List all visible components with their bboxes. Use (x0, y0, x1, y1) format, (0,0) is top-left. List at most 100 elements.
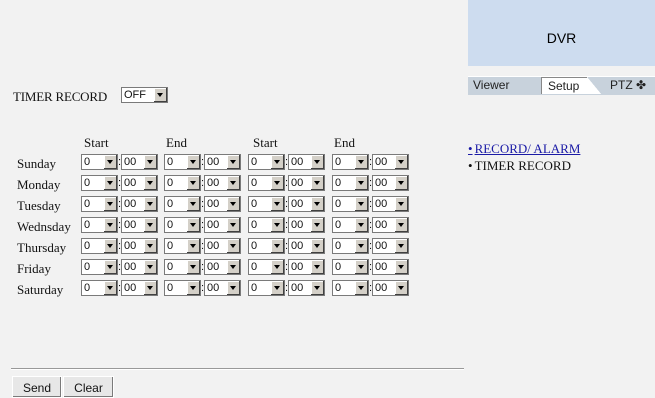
minute-select[interactable]: 00 (204, 217, 241, 233)
minute-select[interactable]: 00 (121, 238, 158, 254)
dropdown-arrow-icon[interactable] (354, 281, 368, 295)
dropdown-arrow-icon[interactable] (270, 197, 284, 211)
minute-select[interactable]: 00 (372, 217, 409, 233)
dropdown-arrow-icon[interactable] (226, 281, 240, 295)
dropdown-arrow-icon[interactable] (153, 88, 167, 103)
hour-select[interactable]: 0 (332, 154, 369, 170)
hour-select[interactable]: 0 (81, 175, 118, 191)
minute-select[interactable]: 00 (288, 280, 325, 296)
dropdown-arrow-icon[interactable] (226, 260, 240, 274)
dropdown-arrow-icon[interactable] (186, 281, 200, 295)
minute-select[interactable]: 00 (204, 280, 241, 296)
hour-select[interactable]: 0 (248, 154, 285, 170)
dropdown-arrow-icon[interactable] (226, 155, 240, 169)
dropdown-arrow-icon[interactable] (394, 155, 408, 169)
minute-select[interactable]: 00 (372, 175, 409, 191)
dropdown-arrow-icon[interactable] (394, 260, 408, 274)
minute-select[interactable]: 00 (372, 238, 409, 254)
minute-select[interactable]: 00 (121, 217, 158, 233)
minute-select[interactable]: 00 (288, 154, 325, 170)
hour-select[interactable]: 0 (164, 154, 201, 170)
minute-select[interactable]: 00 (121, 259, 158, 275)
dropdown-arrow-icon[interactable] (354, 176, 368, 190)
hour-select[interactable]: 0 (248, 238, 285, 254)
dropdown-arrow-icon[interactable] (310, 155, 324, 169)
dropdown-arrow-icon[interactable] (143, 197, 157, 211)
tab-setup[interactable]: Setup (541, 77, 602, 94)
hour-select[interactable]: 0 (81, 259, 118, 275)
dropdown-arrow-icon[interactable] (310, 176, 324, 190)
minute-select[interactable]: 00 (204, 175, 241, 191)
dropdown-arrow-icon[interactable] (103, 260, 117, 274)
dropdown-arrow-icon[interactable] (143, 176, 157, 190)
hour-select[interactable]: 0 (164, 280, 201, 296)
dropdown-arrow-icon[interactable] (186, 239, 200, 253)
dropdown-arrow-icon[interactable] (310, 281, 324, 295)
hour-select[interactable]: 0 (81, 238, 118, 254)
minute-select[interactable]: 00 (372, 154, 409, 170)
hour-select[interactable]: 0 (332, 196, 369, 212)
dropdown-arrow-icon[interactable] (270, 218, 284, 232)
dropdown-arrow-icon[interactable] (143, 281, 157, 295)
dropdown-arrow-icon[interactable] (226, 197, 240, 211)
dropdown-arrow-icon[interactable] (310, 218, 324, 232)
dropdown-arrow-icon[interactable] (103, 155, 117, 169)
minute-select[interactable]: 00 (288, 217, 325, 233)
minute-select[interactable]: 00 (204, 238, 241, 254)
dropdown-arrow-icon[interactable] (226, 218, 240, 232)
clear-button[interactable]: Clear (63, 376, 114, 398)
dropdown-arrow-icon[interactable] (103, 218, 117, 232)
tab-viewer[interactable]: Viewer (473, 78, 509, 93)
dropdown-arrow-icon[interactable] (270, 239, 284, 253)
dropdown-arrow-icon[interactable] (354, 197, 368, 211)
hour-select[interactable]: 0 (332, 175, 369, 191)
dropdown-arrow-icon[interactable] (270, 155, 284, 169)
timer-record-dropdown[interactable]: OFF (121, 87, 168, 104)
minute-select[interactable]: 00 (204, 259, 241, 275)
minute-select[interactable]: 00 (288, 259, 325, 275)
dropdown-arrow-icon[interactable] (143, 260, 157, 274)
dropdown-arrow-icon[interactable] (226, 176, 240, 190)
hour-select[interactable]: 0 (332, 280, 369, 296)
dropdown-arrow-icon[interactable] (394, 197, 408, 211)
hour-select[interactable]: 0 (248, 175, 285, 191)
tab-ptz[interactable]: PTZ ✤ (610, 78, 646, 93)
dropdown-arrow-icon[interactable] (270, 176, 284, 190)
dropdown-arrow-icon[interactable] (143, 239, 157, 253)
dropdown-arrow-icon[interactable] (226, 239, 240, 253)
minute-select[interactable]: 00 (288, 175, 325, 191)
hour-select[interactable]: 0 (332, 238, 369, 254)
dropdown-arrow-icon[interactable] (143, 155, 157, 169)
dropdown-arrow-icon[interactable] (394, 281, 408, 295)
minute-select[interactable]: 00 (372, 259, 409, 275)
dropdown-arrow-icon[interactable] (186, 260, 200, 274)
hour-select[interactable]: 0 (248, 196, 285, 212)
menu-item-record-alarm[interactable]: • RECORD/ ALARM (468, 141, 580, 157)
send-button[interactable]: Send (12, 376, 62, 398)
dropdown-arrow-icon[interactable] (186, 218, 200, 232)
hour-select[interactable]: 0 (164, 217, 201, 233)
dropdown-arrow-icon[interactable] (103, 239, 117, 253)
dropdown-arrow-icon[interactable] (354, 218, 368, 232)
minute-select[interactable]: 00 (121, 280, 158, 296)
dropdown-arrow-icon[interactable] (103, 197, 117, 211)
dropdown-arrow-icon[interactable] (354, 155, 368, 169)
dropdown-arrow-icon[interactable] (310, 260, 324, 274)
hour-select[interactable]: 0 (164, 196, 201, 212)
dropdown-arrow-icon[interactable] (394, 218, 408, 232)
dropdown-arrow-icon[interactable] (103, 176, 117, 190)
dropdown-arrow-icon[interactable] (186, 155, 200, 169)
hour-select[interactable]: 0 (81, 217, 118, 233)
dropdown-arrow-icon[interactable] (394, 176, 408, 190)
minute-select[interactable]: 00 (121, 154, 158, 170)
hour-select[interactable]: 0 (164, 238, 201, 254)
minute-select[interactable]: 00 (372, 280, 409, 296)
dropdown-arrow-icon[interactable] (103, 281, 117, 295)
hour-select[interactable]: 0 (164, 259, 201, 275)
hour-select[interactable]: 0 (248, 259, 285, 275)
hour-select[interactable]: 0 (81, 154, 118, 170)
minute-select[interactable]: 00 (204, 196, 241, 212)
dropdown-arrow-icon[interactable] (143, 218, 157, 232)
hour-select[interactable]: 0 (248, 280, 285, 296)
timer-record-select[interactable]: OFF (121, 86, 168, 104)
